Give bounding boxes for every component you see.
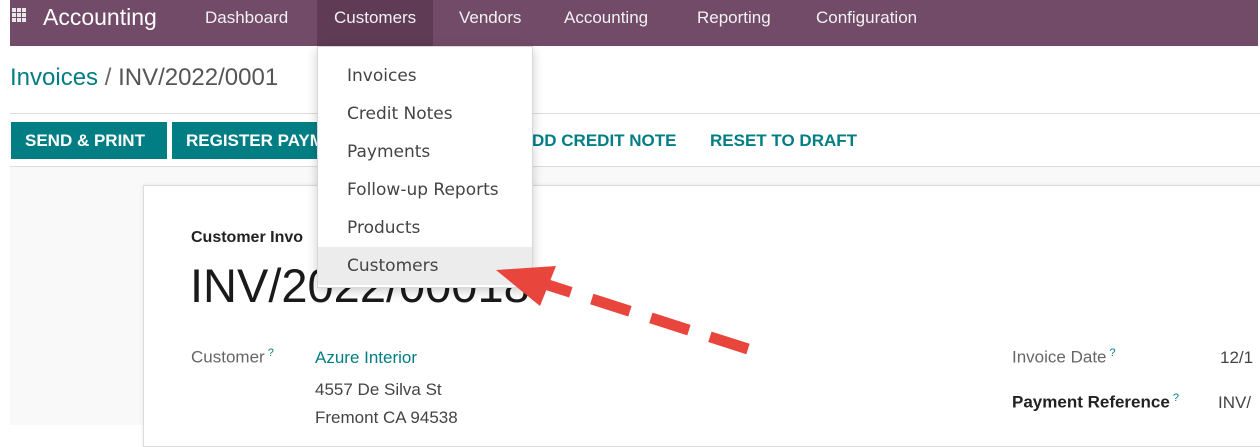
annotation-arrow-icon: [496, 266, 750, 355]
